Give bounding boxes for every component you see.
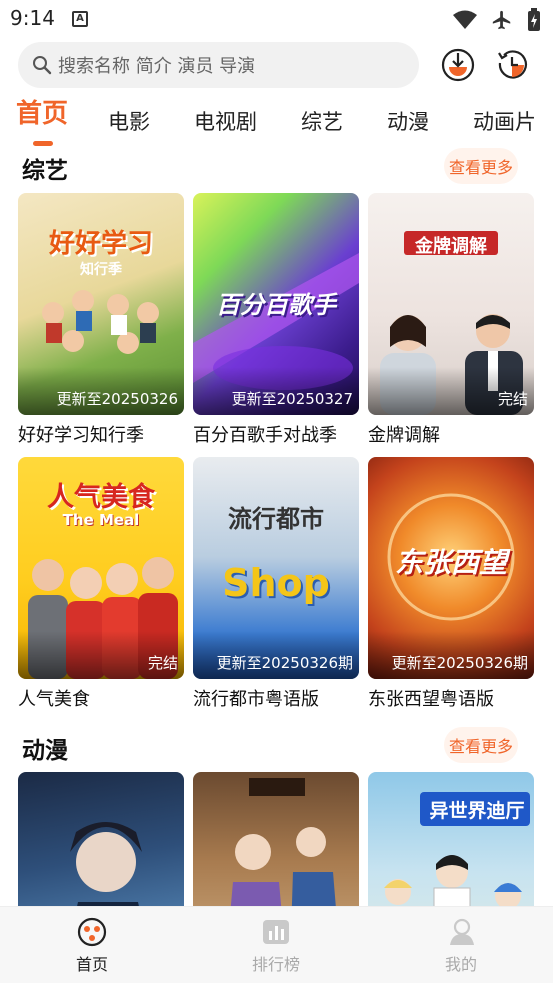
status-badge: 完结 bbox=[497, 390, 528, 408]
card-title: 百分百歌手对战季 bbox=[193, 425, 337, 446]
airplane-icon bbox=[492, 10, 511, 30]
poster: 好好学习 知行季 更新至20250326 bbox=[18, 193, 184, 415]
poster: 百分百歌手 更新至20250327 bbox=[193, 193, 359, 415]
bottom-nav: 首页 排行榜 我的 bbox=[0, 906, 553, 983]
tab-indicator bbox=[33, 141, 53, 146]
card-title: 好好学习知行季 bbox=[18, 425, 144, 446]
nav-home-label: 首页 bbox=[75, 955, 108, 974]
poster: 金牌调解 完结 bbox=[368, 193, 534, 415]
poster: 东张西望 更新至20250326期 bbox=[368, 457, 534, 679]
poster-text: 流行都市 bbox=[228, 505, 324, 533]
poster-text: 东张西望 bbox=[394, 546, 507, 579]
search-placeholder: 搜索名称 简介 演员 导演 bbox=[58, 56, 256, 77]
poster-subtext: Shop bbox=[222, 561, 330, 605]
history-icon[interactable] bbox=[494, 47, 530, 83]
media-card[interactable]: 金牌调解 完结 金牌调解 bbox=[368, 193, 534, 447]
update-badge: 更新至20250326期 bbox=[216, 654, 353, 672]
tab-home[interactable]: 首页 bbox=[16, 93, 68, 130]
film-reel-icon bbox=[77, 917, 107, 947]
status-icons bbox=[453, 8, 541, 32]
media-card[interactable]: 好好学习 知行季 更新至20250326 好好学习知行季 bbox=[18, 193, 184, 447]
user-icon bbox=[450, 918, 474, 945]
search-input[interactable]: 搜索名称 简介 演员 导演 bbox=[18, 42, 419, 88]
update-badge: 更新至20250327 bbox=[231, 390, 353, 408]
card-title: 东张西望粤语版 bbox=[368, 689, 494, 710]
status-badge: 完结 bbox=[147, 654, 178, 672]
nav-profile-label: 我的 bbox=[444, 955, 477, 974]
more-button-variety[interactable]: 查看更多 bbox=[444, 148, 518, 184]
card-title: 人气美食 bbox=[18, 689, 90, 710]
poster-subtext: 知行季 bbox=[80, 262, 122, 278]
more-button-anime[interactable]: 查看更多 bbox=[444, 727, 518, 763]
nav-home[interactable]: 首页 bbox=[47, 917, 137, 975]
a-icon: A bbox=[72, 11, 88, 27]
media-card[interactable]: 流行都市 Shop 更新至20250326期 流行都市粤语版 bbox=[193, 457, 359, 711]
tab-cartoons[interactable]: 动画片 bbox=[473, 106, 536, 136]
search-icon bbox=[33, 56, 52, 75]
status-bar: 9:14 A bbox=[0, 0, 553, 36]
battery-icon bbox=[528, 8, 540, 31]
card-title: 金牌调解 bbox=[368, 425, 440, 446]
nav-ranking[interactable]: 排行榜 bbox=[231, 917, 321, 975]
poster-subtext: The Meal bbox=[62, 511, 140, 529]
media-card[interactable]: 人气美食 The Meal 完结 人气美食 bbox=[18, 457, 184, 711]
media-card[interactable]: 东张西望 更新至20250326期 东张西望粤语版 bbox=[368, 457, 534, 711]
poster-text: 好好学习 bbox=[48, 229, 153, 259]
category-tabs: 首页 电影 电视剧 综艺 动漫 动画片 bbox=[0, 96, 553, 144]
poster: 人气美食 The Meal 完结 bbox=[18, 457, 184, 679]
nav-ranking-label: 排行榜 bbox=[251, 955, 300, 974]
tab-tv-series[interactable]: 电视剧 bbox=[194, 106, 257, 136]
update-badge: 更新至20250326期 bbox=[391, 654, 528, 672]
poster-text: 异世界迪厅 bbox=[429, 800, 525, 822]
poster-text: 人气美食 bbox=[47, 482, 155, 513]
wifi-icon bbox=[453, 10, 477, 29]
poster: 流行都市 Shop 更新至20250326期 bbox=[193, 457, 359, 679]
poster-text: 金牌调解 bbox=[415, 236, 487, 257]
section-title-anime: 动漫 bbox=[22, 738, 68, 764]
download-icon[interactable] bbox=[440, 47, 476, 83]
cast-illustration bbox=[42, 290, 159, 354]
tab-anime[interactable]: 动漫 bbox=[387, 106, 429, 136]
chart-icon bbox=[263, 920, 289, 944]
media-card[interactable]: 百分百歌手 更新至20250327 百分百歌手对战季 bbox=[193, 193, 359, 447]
section-title-variety: 综艺 bbox=[22, 158, 68, 184]
tab-variety[interactable]: 综艺 bbox=[301, 106, 343, 136]
tab-movies[interactable]: 电影 bbox=[108, 106, 150, 136]
nav-profile[interactable]: 我的 bbox=[416, 917, 506, 975]
poster-text: 百分百歌手 bbox=[216, 291, 336, 319]
status-time: 9:14 bbox=[10, 6, 55, 30]
card-title: 流行都市粤语版 bbox=[193, 689, 319, 710]
update-badge: 更新至20250326 bbox=[56, 390, 178, 408]
